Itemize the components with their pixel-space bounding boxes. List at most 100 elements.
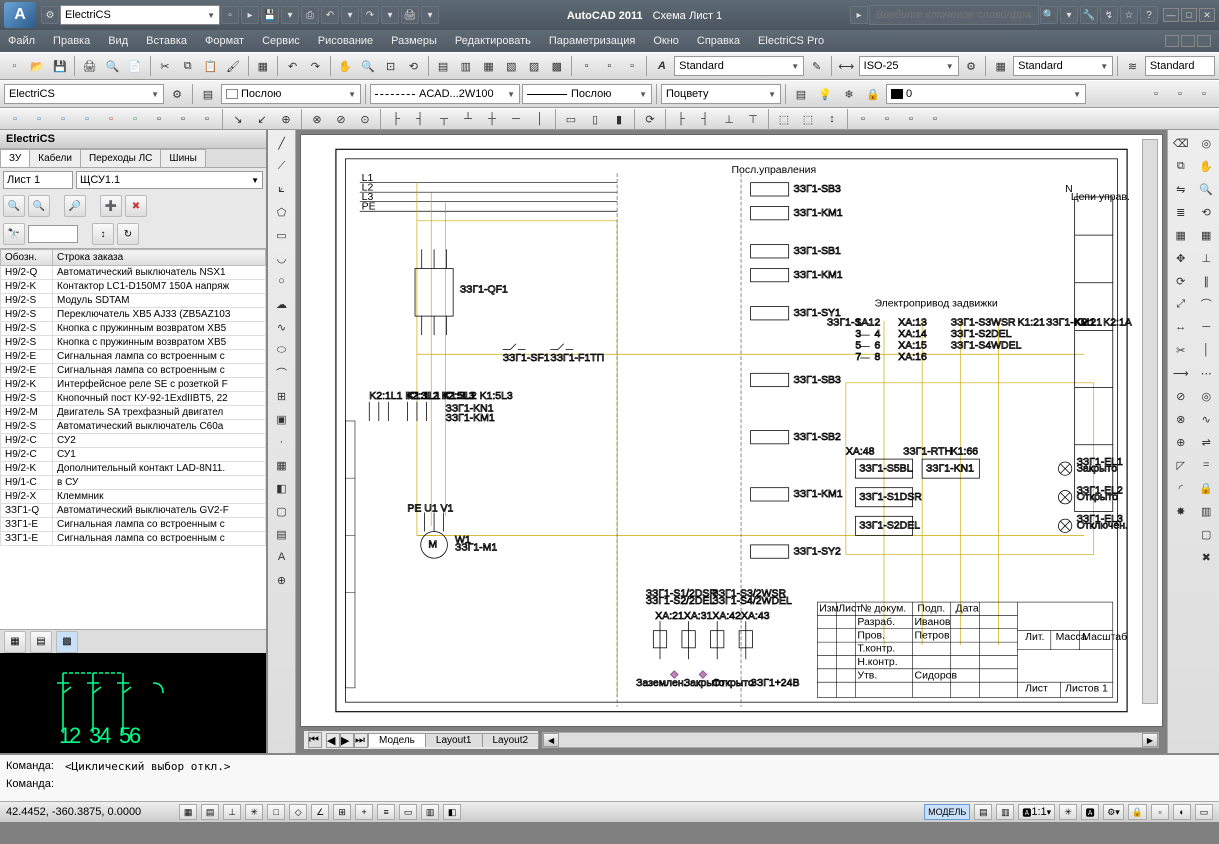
refresh-icon[interactable]: ↻: [117, 223, 139, 245]
cons-tan-icon[interactable]: ⌒: [1195, 293, 1217, 315]
table-icon[interactable]: ▤: [271, 523, 293, 545]
table-row[interactable]: H9/2-QАвтоматический выключатель NSX1: [1, 266, 266, 280]
layer-mgr-icon[interactable]: ▤: [790, 83, 812, 105]
el-conn1-icon[interactable]: ├: [385, 108, 407, 130]
cons-show-icon[interactable]: ▥: [1195, 500, 1217, 522]
paste-icon[interactable]: 📋: [200, 55, 221, 77]
v-scrollbar[interactable]: [1142, 139, 1158, 704]
search-icon[interactable]: 🔍: [1040, 6, 1058, 24]
rect-icon[interactable]: ▭: [271, 224, 293, 246]
cons-equal-icon[interactable]: =: [1195, 454, 1217, 476]
command-window[interactable]: Команда: <Циклический выбор откл.> Коман…: [0, 753, 1219, 801]
el-b3-icon[interactable]: ↕: [821, 108, 843, 130]
snap-button[interactable]: ▦: [179, 804, 197, 820]
table-style-dropdown[interactable]: Standard▼: [1013, 56, 1113, 76]
add-device-icon[interactable]: ➕: [100, 195, 122, 217]
qp-button[interactable]: ▥: [421, 804, 439, 820]
find-device2-icon[interactable]: 🔍: [28, 195, 50, 217]
el-b1-icon[interactable]: ⬚: [773, 108, 795, 130]
dc-icon[interactable]: ▥: [455, 55, 476, 77]
layout-quick-icon[interactable]: ▤: [974, 804, 992, 820]
table-row[interactable]: H9/2-CСУ2: [1, 434, 266, 448]
qa-undo-icon[interactable]: ↶: [321, 6, 339, 24]
otrack-button[interactable]: ∠: [311, 804, 329, 820]
tp-icon[interactable]: ▦: [478, 55, 499, 77]
table-row[interactable]: H9/2-KИнтерфейсное реле SE с розеткой F: [1, 378, 266, 392]
ellipse-icon[interactable]: ⬭: [271, 339, 293, 361]
mirror-icon[interactable]: ⇋: [1170, 178, 1192, 200]
el-t10-icon[interactable]: ↘: [227, 108, 249, 130]
insert-icon[interactable]: ⊞: [271, 385, 293, 407]
tab-ls[interactable]: Переходы ЛС: [80, 149, 161, 167]
el-box1-icon[interactable]: ▭: [560, 108, 582, 130]
join-icon[interactable]: ⊕: [1170, 431, 1192, 453]
cons-fix-icon[interactable]: 🔒: [1195, 477, 1217, 499]
explode-icon[interactable]: ✸: [1170, 500, 1192, 522]
scale-icon[interactable]: ⤢: [1170, 293, 1192, 315]
minimize-button[interactable]: —: [1163, 8, 1179, 22]
toolbar-lock-icon[interactable]: 🔒: [1128, 804, 1147, 820]
cons-vert-icon[interactable]: │: [1195, 339, 1217, 361]
table-row[interactable]: H9/2-MДвигатель SA трехфазный двигател: [1, 406, 266, 420]
layer-props-icon[interactable]: ▤: [197, 83, 219, 105]
dyn-button[interactable]: +: [355, 804, 373, 820]
el-b2-icon[interactable]: ⬚: [797, 108, 819, 130]
arc-icon[interactable]: ◡: [271, 247, 293, 269]
region-icon[interactable]: ▢: [271, 500, 293, 522]
cons-colin-icon[interactable]: ⋯: [1195, 362, 1217, 384]
menu-format[interactable]: Формат: [205, 35, 244, 47]
menu-file[interactable]: Файл: [8, 35, 35, 47]
sort-icon[interactable]: ↕: [92, 223, 114, 245]
erase-icon[interactable]: ⌫: [1170, 132, 1192, 154]
el-r1-icon[interactable]: ⟳: [639, 108, 661, 130]
open-icon[interactable]: 📂: [27, 55, 48, 77]
el-t14-icon[interactable]: ⊘: [330, 108, 352, 130]
zoom-prev-icon[interactable]: ⟲: [403, 55, 424, 77]
dim-icon[interactable]: ⟷: [836, 55, 857, 77]
text-style-btn-icon[interactable]: ✎: [806, 55, 827, 77]
table-row[interactable]: H9/2-EСигнальная лампа со встроенным с: [1, 364, 266, 378]
layer-tool2-icon[interactable]: ▫: [1169, 83, 1191, 105]
annoauto-icon[interactable]: 🅰: [1081, 804, 1099, 820]
layer-state-dropdown[interactable]: 0▼: [886, 84, 1086, 104]
cons-sym-icon[interactable]: ⇌: [1195, 431, 1217, 453]
ellipsearc-icon[interactable]: ⌒: [271, 362, 293, 384]
table-row[interactable]: H9/2-KКонтактор LC1-D150M7 150А напряж: [1, 280, 266, 294]
el-t4-icon[interactable]: ▫: [76, 108, 98, 130]
tool-x1-icon[interactable]: ▫: [576, 55, 597, 77]
workspace-dd[interactable]: ElectriCS▼: [4, 84, 164, 104]
mdi-restore-icon[interactable]: [1181, 35, 1195, 47]
tool-x2-icon[interactable]: ▫: [599, 55, 620, 77]
el-c4-icon[interactable]: ▫: [924, 108, 946, 130]
polar-button[interactable]: ✳: [245, 804, 263, 820]
clean-icon[interactable]: ▭: [1195, 804, 1213, 820]
maximize-button[interactable]: □: [1181, 8, 1197, 22]
tool-x3-icon[interactable]: ▫: [622, 55, 643, 77]
ssm-icon[interactable]: ▧: [501, 55, 522, 77]
qa-redo-icon[interactable]: ↷: [361, 6, 379, 24]
filter-field[interactable]: [28, 225, 78, 243]
qa-save-icon[interactable]: 💾: [261, 6, 279, 24]
annoscale-button[interactable]: 🅰 1:1 ▾: [1018, 804, 1055, 820]
layer-dropdown[interactable]: Послою▼: [221, 84, 361, 104]
layer-bulb-icon[interactable]: 💡: [814, 83, 836, 105]
preview-thumb-icon[interactable]: ▦: [4, 631, 26, 653]
cons-del-icon[interactable]: ✖: [1195, 546, 1217, 568]
cons-perp-icon[interactable]: ⊥: [1195, 247, 1217, 269]
print-icon[interactable]: 🖨: [79, 55, 100, 77]
menu-parametric[interactable]: Параметризация: [549, 35, 635, 47]
workspace-settings-icon[interactable]: ⚙: [166, 83, 188, 105]
mtext-icon[interactable]: A: [651, 55, 672, 77]
copy2-icon[interactable]: ⧉: [1170, 155, 1192, 177]
match-icon[interactable]: 🖌: [223, 55, 244, 77]
sheet-tab-layout1[interactable]: Layout1: [425, 733, 483, 747]
isolate-icon[interactable]: ◐: [1173, 804, 1191, 820]
pline-icon[interactable]: ⟀: [271, 178, 293, 200]
pan-icon[interactable]: ✋: [335, 55, 356, 77]
mtext2-icon[interactable]: A: [271, 546, 293, 568]
polygon-icon[interactable]: ⬠: [271, 201, 293, 223]
tab-cables[interactable]: Кабели: [29, 149, 81, 167]
device-dropdown[interactable]: ЩСУ1.1▼: [76, 171, 263, 189]
array-icon[interactable]: ▦: [1170, 224, 1192, 246]
layer-freeze-icon[interactable]: ❄: [838, 83, 860, 105]
